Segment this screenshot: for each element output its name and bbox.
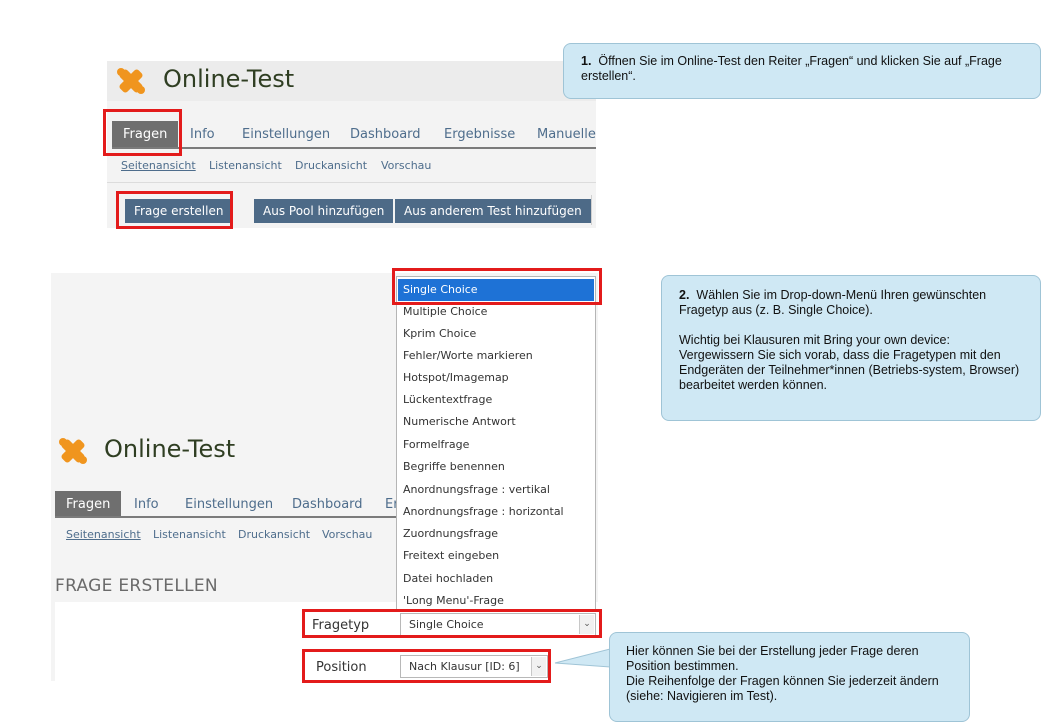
tab-ergebnisse[interactable]: Ergebnisse (444, 127, 515, 142)
callout-step-2: 2. Wählen Sie im Drop-down-Menü Ihren ge… (661, 275, 1041, 421)
toolbar-divider (591, 195, 592, 225)
callout-1-number: 1. (581, 54, 592, 68)
callout-2-line2: Wichtig bei Klausuren mit Bring your own… (679, 333, 1020, 392)
callout-2-line1: Wählen Sie im Drop-down-Menü Ihren gewün… (679, 288, 987, 317)
dropdown-option[interactable]: Datei hochladen (398, 568, 594, 590)
dropdown-option[interactable]: Anordnungsfrage : horizontal (398, 501, 594, 523)
highlight-fragetyp (302, 609, 602, 638)
callout-position: Hier können Sie bei der Erstellung jeder… (609, 632, 970, 722)
puzzle-icon (114, 66, 148, 96)
subtab-druckansicht[interactable]: Druckansicht (295, 159, 367, 172)
subtab-vorschau[interactable]: Vorschau (322, 528, 372, 541)
subtabs-divider (107, 182, 596, 183)
callout-2-number: 2. (679, 288, 690, 302)
subtab-druckansicht[interactable]: Druckansicht (238, 528, 310, 541)
section-heading: FRAGE ERSTELLEN (55, 576, 218, 596)
dropdown-option[interactable]: Formelfrage (398, 434, 594, 456)
callout-3-pointer (554, 648, 613, 668)
tab-info[interactable]: Info (190, 127, 215, 142)
tabs-divider (55, 516, 398, 518)
dropdown-option[interactable]: Anordnungsfrage : vertikal (398, 479, 594, 501)
tab-einstellungen[interactable]: Einstellungen (242, 127, 330, 142)
subtab-seitenansicht[interactable]: Seitenansicht (66, 528, 141, 541)
dropdown-option[interactable]: Lückentextfrage (398, 389, 594, 411)
callout-step-1: 1. Öffnen Sie im Online-Test den Reiter … (563, 43, 1041, 99)
dropdown-option[interactable]: Freitext eingeben (398, 545, 594, 567)
tab-manuelle[interactable]: Manuelle (537, 127, 596, 142)
dropdown-option[interactable]: Kprim Choice (398, 323, 594, 345)
highlight-create-button (116, 191, 233, 229)
dropdown-option[interactable]: Numerische Antwort (398, 411, 594, 433)
tab-fragen[interactable]: Fragen (55, 491, 122, 518)
tab-einstellungen[interactable]: Einstellungen (185, 497, 273, 512)
callout-1-text: Öffnen Sie im Online-Test den Reiter „Fr… (581, 54, 1002, 83)
subtab-seitenansicht[interactable]: Seitenansicht (121, 159, 196, 172)
highlight-tab-fragen (103, 109, 182, 156)
add-from-other-test-button[interactable]: Aus anderem Test hinzufügen (395, 199, 591, 223)
callout-3-line1: Hier können Sie bei der Erstellung jeder… (626, 644, 919, 673)
tab-dashboard[interactable]: Dashboard (350, 127, 421, 142)
dropdown-option[interactable]: Hotspot/Imagemap (398, 367, 594, 389)
dropdown-option[interactable]: Zuordnungsfrage (398, 523, 594, 545)
subtab-vorschau[interactable]: Vorschau (381, 159, 431, 172)
page-title: Online-Test (163, 65, 295, 93)
puzzle-icon (56, 436, 90, 466)
add-from-pool-button[interactable]: Aus Pool hinzufügen (254, 199, 394, 223)
fragetyp-dropdown-list[interactable]: Single Choice Multiple Choice Kprim Choi… (396, 276, 596, 612)
tab-dashboard[interactable]: Dashboard (292, 497, 363, 512)
tab-info[interactable]: Info (134, 497, 159, 512)
callout-3-line2: Die Reihenfolge der Fragen können Sie je… (626, 674, 939, 703)
subtab-listenansicht[interactable]: Listenansicht (209, 159, 282, 172)
highlight-position (302, 649, 551, 683)
highlight-single-choice (392, 268, 602, 305)
dropdown-option[interactable]: Fehler/Worte markieren (398, 345, 594, 367)
page-title: Online-Test (104, 435, 236, 463)
tabs-divider (112, 147, 596, 149)
subtab-listenansicht[interactable]: Listenansicht (153, 528, 226, 541)
dropdown-option[interactable]: Begriffe benennen (398, 456, 594, 478)
